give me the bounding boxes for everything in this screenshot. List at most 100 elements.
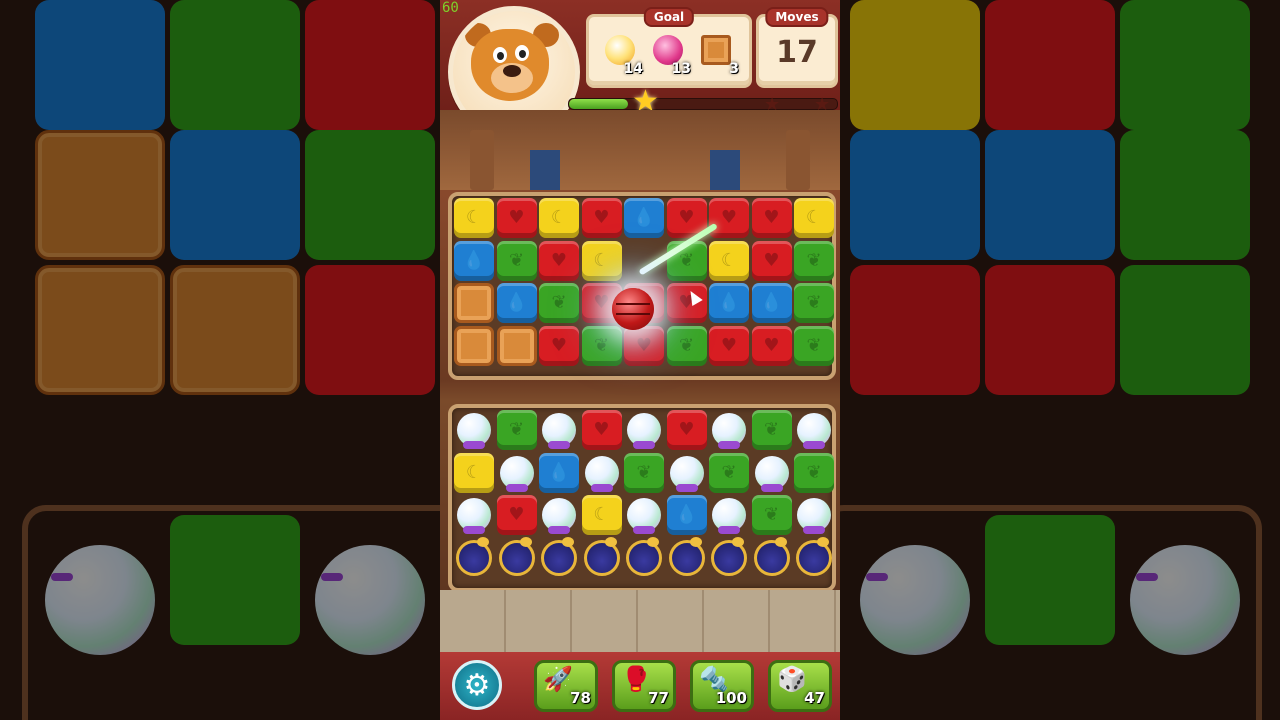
background-blue-cube	[985, 130, 1115, 260]
booster-count: 100	[715, 689, 747, 707]
red-heart-cube[interactable]: ♥	[539, 240, 579, 281]
red-heart-cube[interactable]: ♥	[581, 198, 622, 238]
green-leaf-cube[interactable]: ❦	[794, 240, 834, 281]
red-heart-cube[interactable]: ♥	[751, 240, 792, 281]
green-leaf-cube[interactable]: ❦	[751, 410, 792, 450]
red-heart-cube[interactable]: ♥	[496, 198, 537, 238]
drill-icon: 🔩	[699, 665, 729, 693]
pearl-block[interactable]	[539, 495, 579, 535]
heart-icon: ♥	[593, 207, 610, 228]
pearl-block[interactable]	[794, 495, 834, 535]
blue-drop-cube[interactable]: 💧	[624, 198, 664, 238]
crate-block[interactable]	[454, 325, 494, 366]
pearl-block[interactable]	[667, 453, 707, 493]
blue-drop-cube[interactable]: 💧	[709, 283, 749, 323]
yellow-moon-cube[interactable]: ☾	[581, 495, 622, 535]
hammer-rocket-booster-button[interactable]: 🚀 78	[534, 660, 598, 712]
pearl-block[interactable]	[539, 410, 579, 450]
pot-block[interactable]	[752, 536, 792, 578]
pot-block[interactable]	[667, 536, 707, 578]
blue-drop-cube[interactable]: 💧	[539, 452, 579, 493]
goal-panel: Goal 14 13 3	[586, 7, 752, 88]
red-heart-cube[interactable]: ♥	[624, 325, 664, 366]
pot-block[interactable]	[454, 536, 494, 578]
drop-icon: 💧	[462, 249, 486, 271]
green-leaf-cube[interactable]: ❦	[496, 240, 537, 281]
red-heart-cube[interactable]: ♥	[666, 410, 707, 450]
background-crate	[35, 130, 165, 260]
green-leaf-cube[interactable]: ❦	[666, 325, 707, 366]
green-leaf-cube[interactable]: ❦	[751, 495, 792, 535]
settings-button[interactable]: ⚙	[452, 660, 502, 710]
red-heart-cube[interactable]: ♥	[581, 410, 622, 450]
pearl-block[interactable]	[709, 495, 749, 535]
yellow-moon-cube[interactable]: ☾	[581, 240, 622, 281]
red-heart-cube[interactable]: ♥	[539, 325, 579, 366]
red-heart-cube[interactable]: ♥	[751, 198, 792, 238]
green-leaf-cube[interactable]: ❦	[581, 325, 622, 366]
moon-icon: ☾	[805, 207, 823, 228]
leaf-icon: ❦	[806, 292, 822, 313]
yellow-moon-cube[interactable]: ☾	[454, 452, 494, 493]
fps-counter: 60	[442, 0, 459, 16]
pot-block[interactable]	[624, 536, 664, 578]
goal-label: Goal	[643, 7, 695, 27]
pot-block[interactable]	[539, 536, 579, 578]
green-leaf-cube[interactable]: ❦	[794, 325, 834, 366]
pearl-block[interactable]	[497, 453, 537, 493]
boxing-glove-booster-button[interactable]: 🥊 77	[612, 660, 676, 712]
green-leaf-cube[interactable]: ❦	[709, 452, 749, 493]
blue-drop-cube[interactable]: 💧	[454, 240, 494, 281]
moon-icon: ☾	[593, 504, 610, 525]
moon-icon: ☾	[465, 207, 483, 228]
leaf-icon: ❦	[806, 249, 822, 271]
background-pearl	[315, 545, 440, 675]
pearl-block[interactable]	[752, 453, 792, 493]
drop-icon: 💧	[547, 461, 571, 483]
red-heart-cube[interactable]: ♥	[666, 283, 707, 323]
pearl-block[interactable]	[582, 453, 622, 493]
moves-panel: Moves 17	[756, 7, 838, 88]
pearl-block[interactable]	[709, 410, 749, 450]
rocket-ball-icon[interactable]	[612, 288, 654, 330]
moon-icon: ☾	[550, 207, 568, 228]
blue-drop-cube[interactable]: 💧	[751, 283, 792, 323]
green-leaf-cube[interactable]: ❦	[794, 452, 834, 493]
green-leaf-cube[interactable]: ❦	[624, 452, 664, 493]
background-left	[0, 0, 440, 720]
heart-icon: ♥	[678, 207, 695, 228]
yellow-moon-cube[interactable]: ☾	[454, 198, 494, 238]
pot-block[interactable]	[582, 536, 622, 578]
pearl-block[interactable]	[624, 495, 664, 535]
background-crate	[170, 265, 300, 395]
leaf-icon: ❦	[763, 504, 780, 525]
pot-block[interactable]	[794, 536, 834, 578]
pearl-block[interactable]	[454, 495, 494, 535]
red-heart-cube[interactable]: ♥	[751, 325, 792, 366]
green-leaf-cube[interactable]: ❦	[794, 283, 834, 323]
dice-booster-button[interactable]: 🎲 47	[768, 660, 832, 712]
blue-drop-cube[interactable]: 💧	[496, 283, 537, 323]
background-yellow-cube	[850, 0, 980, 130]
pearl-block[interactable]	[624, 410, 664, 450]
pot-block[interactable]	[497, 536, 537, 578]
green-leaf-cube[interactable]: ❦	[539, 283, 579, 323]
drill-booster-button[interactable]: 🔩 100	[690, 660, 754, 712]
pearl-block[interactable]	[454, 410, 494, 450]
red-heart-cube[interactable]: ♥	[709, 198, 749, 238]
red-heart-cube[interactable]: ♥	[709, 325, 749, 366]
green-leaf-cube[interactable]: ❦	[496, 410, 537, 450]
yellow-moon-cube[interactable]: ☾	[539, 198, 579, 238]
background-red-cube	[850, 265, 980, 395]
red-heart-cube[interactable]: ♥	[496, 495, 537, 535]
yellow-moon-cube[interactable]: ☾	[794, 198, 834, 238]
yellow-moon-cube[interactable]: ☾	[709, 240, 749, 281]
pearl-block[interactable]	[794, 410, 834, 450]
pot-block[interactable]	[709, 536, 749, 578]
crate-block[interactable]	[496, 325, 537, 366]
drop-icon: 💧	[717, 292, 741, 313]
background-green-cube	[170, 515, 300, 645]
crate-block[interactable]	[454, 283, 494, 323]
heart-icon: ♥	[763, 249, 780, 271]
blue-drop-cube[interactable]: 💧	[666, 495, 707, 535]
